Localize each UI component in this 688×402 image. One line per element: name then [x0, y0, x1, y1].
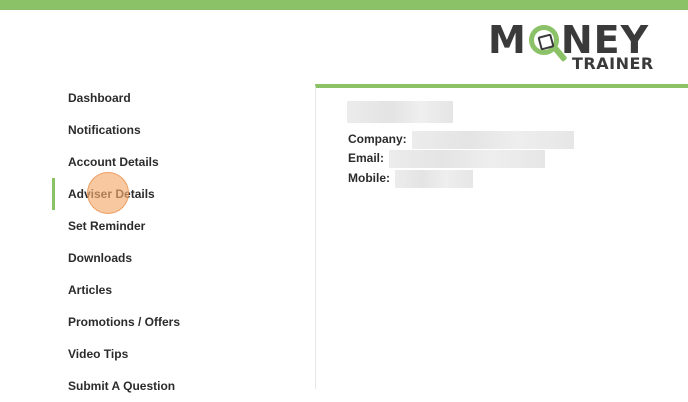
- top-accent-bar: [0, 0, 688, 10]
- adviser-name-redacted: [347, 101, 453, 123]
- mobile-value-redacted: [395, 169, 474, 188]
- adviser-details-panel: Company: Email: Mobile:: [315, 84, 688, 389]
- email-row: Email:: [348, 149, 546, 168]
- sidebar-item-set-reminder[interactable]: Set Reminder: [52, 210, 292, 242]
- magnifier-icon: [528, 25, 568, 63]
- email-value-redacted: [389, 149, 546, 168]
- sidebar-item-notifications[interactable]: Notifications: [52, 114, 292, 146]
- mobile-row: Mobile:: [348, 169, 474, 188]
- mobile-label: Mobile:: [348, 171, 390, 185]
- email-label: Email:: [348, 151, 385, 165]
- sidebar-item-submit-a-question[interactable]: Submit A Question: [52, 370, 292, 402]
- logo-letter-m: M: [488, 18, 527, 62]
- logo-subtitle: TRAINER: [572, 54, 654, 73]
- sidebar-item-promotions-offers[interactable]: Promotions / Offers: [52, 306, 292, 338]
- company-row: Company:: [348, 130, 575, 149]
- company-value-redacted: [412, 130, 575, 149]
- sidebar-nav: Dashboard Notifications Account Details …: [52, 82, 292, 402]
- sidebar-item-downloads[interactable]: Downloads: [52, 242, 292, 274]
- sidebar-item-articles[interactable]: Articles: [52, 274, 292, 306]
- sidebar-item-dashboard[interactable]: Dashboard: [52, 82, 292, 114]
- sidebar-item-account-details[interactable]: Account Details: [52, 146, 292, 178]
- money-trainer-logo[interactable]: M NEY TRAINER: [488, 20, 653, 75]
- company-label: Company:: [348, 132, 407, 146]
- sidebar-item-video-tips[interactable]: Video Tips: [52, 338, 292, 370]
- click-indicator: [87, 172, 129, 214]
